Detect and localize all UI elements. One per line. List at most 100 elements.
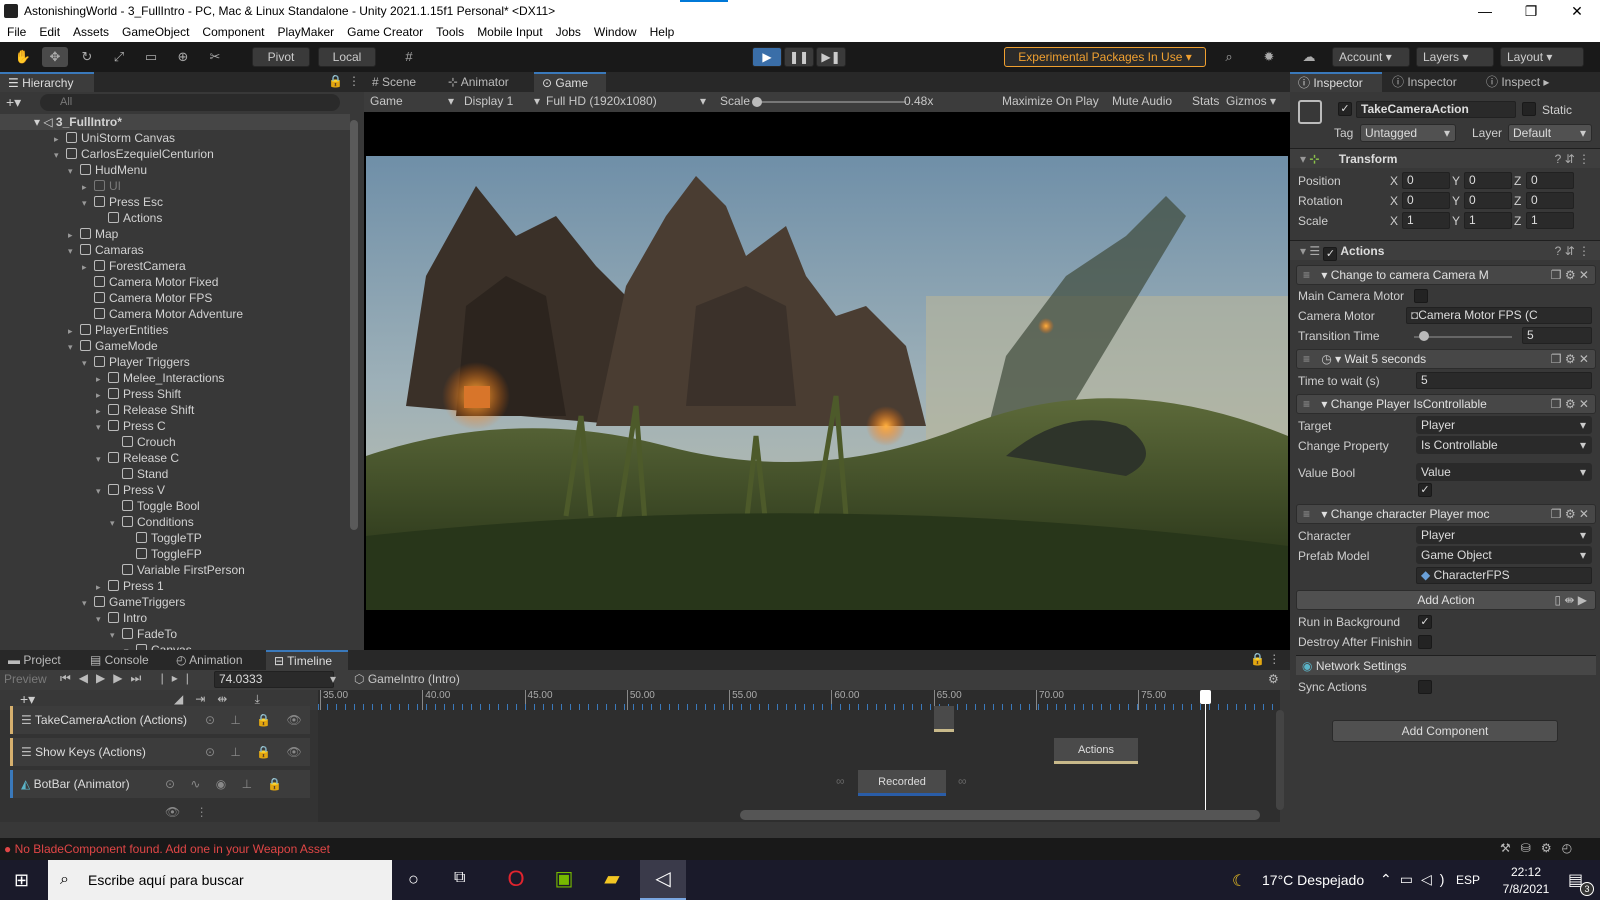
scene-row[interactable]: ▾ ◁ 3_FullIntro* [0,114,350,130]
main-camera-motor-checkbox[interactable] [1414,289,1428,303]
hierarchy-item[interactable]: ▸ UniStorm Canvas [54,130,175,146]
add-action-button[interactable]: Add Action ▯ ⇼ ▶ [1296,590,1596,610]
transition-slider-handle[interactable] [1418,331,1429,341]
static-checkbox[interactable] [1522,102,1536,116]
tab-inspector-1[interactable]: ⓘ Inspector [1290,72,1382,92]
menu-jobs[interactable]: Jobs [549,22,587,39]
account-dropdown[interactable]: Account ▾ [1332,47,1410,67]
tray-icons[interactable]: ⌃▭◁) [1380,871,1452,888]
active-checkbox[interactable]: ✓ [1338,102,1352,116]
transform-rotation-y-field[interactable]: 0 [1464,192,1512,209]
expand-down-icon[interactable]: ▾ [110,515,122,531]
hierarchy-item[interactable]: ▾ Press Esc [82,194,163,210]
expand-right-icon[interactable]: ▸ [96,579,108,595]
preview-toggle[interactable]: Preview [4,672,47,686]
hierarchy-item[interactable]: ▾ FadeTo [110,626,177,642]
value-bool-checkbox[interactable]: ✓ [1418,483,1432,497]
more-icon[interactable]: ⋮ [348,74,360,88]
menu-file[interactable]: File [0,22,32,39]
action-change-camera-header[interactable]: ≡ ▾ Change to camera Camera M ❐ ⚙ ✕ [1296,265,1596,285]
hierarchy-search-input[interactable]: All [40,94,340,111]
status-error[interactable]: ● No BladeComponent found. Add one in yo… [4,842,330,856]
hierarchy-item[interactable]: Variable FirstPerson [110,562,245,578]
expand-right-icon[interactable]: ▸ [96,387,108,403]
timeline-asset[interactable]: ⬡ GameIntro (Intro) [354,672,460,686]
status-icons[interactable]: ⚒⛁⚙◴ [1500,841,1582,855]
minimize-button[interactable]: — [1462,0,1508,22]
object-name-field[interactable]: TakeCameraAction [1356,101,1516,118]
transform-scale-y-field[interactable]: 1 [1464,212,1512,229]
scale-tool-icon[interactable]: ⤢ [106,47,132,67]
menu-mobile-input[interactable]: Mobile Input [470,22,548,39]
menu-assets[interactable]: Assets [66,22,115,39]
step-button[interactable]: ▶❚ [816,47,846,67]
local-toggle[interactable]: Local [318,47,376,67]
action-wait-header[interactable]: ≡ ◷ ▾ Wait 5 seconds ❐ ⚙ ✕ [1296,349,1596,369]
expand-down-icon[interactable]: ▾ [124,643,136,650]
clip-recorded[interactable]: Recorded [858,770,946,796]
actions-component-header[interactable]: ▾ ☰ ✓ Actions? ⇵ ⋮ [1290,240,1600,261]
expand-down-icon[interactable]: ▾ [82,595,94,611]
maximize-on-play-toggle[interactable]: Maximize On Play [1002,94,1099,108]
hierarchy-item[interactable]: ▾ GameMode [68,338,158,354]
hierarchy-item[interactable]: Camera Motor Fixed [82,274,218,290]
character-dropdown[interactable]: Player [1416,526,1592,544]
hierarchy-item[interactable]: ▸ ForestCamera [82,258,186,274]
clock-time[interactable]: 22:12 [1496,865,1556,879]
gizmos-dropdown[interactable]: Gizmos ▾ [1226,94,1276,108]
menu-edit[interactable]: Edit [32,22,66,39]
menu-tools[interactable]: Tools [429,22,470,39]
stats-toggle[interactable]: Stats [1192,94,1219,108]
transition-time-field[interactable]: 5 [1522,327,1592,344]
transform-position-x-field[interactable]: 0 [1402,172,1450,189]
sync-actions-checkbox[interactable] [1418,680,1432,694]
expand-down-icon[interactable]: ▾ [82,355,94,371]
action-controllable-header[interactable]: ≡ ▾ Change Player IsControllable ❐ ⚙ ✕ [1296,394,1596,414]
lock-icon[interactable]: 🔒 [328,74,343,88]
expand-right-icon[interactable]: ▸ [96,371,108,387]
hierarchy-item[interactable]: ▾ Press V [96,482,165,498]
component-menu-icon[interactable]: ? ⇵ ⋮ [1555,149,1590,169]
transform-position-z-field[interactable]: 0 [1526,172,1574,189]
nvidia-icon[interactable]: ▣ [548,866,580,894]
expand-right-icon[interactable]: ▸ [68,323,80,339]
expand-right-icon[interactable]: ▸ [82,259,94,275]
playhead-line[interactable] [1205,690,1206,814]
hierarchy-item[interactable]: ▸ Press Shift [96,386,181,402]
custom-tool-icon[interactable]: ✂ [202,47,228,67]
menu-component[interactable]: Component [195,22,270,39]
hierarchy-item[interactable]: ▾ Canvas [124,642,192,650]
clip-show-keys[interactable]: Actions [1054,738,1138,764]
menu-gameobject[interactable]: GameObject [115,22,195,39]
unity-taskbar-icon[interactable]: ◁ [640,860,686,900]
opera-icon[interactable]: O [500,866,532,894]
hierarchy-item[interactable]: ▾ CarlosEzequielCenturion [54,146,214,162]
file-explorer-icon[interactable]: ▰ [596,866,628,894]
tab-timeline[interactable]: ⊟ Timeline [266,650,348,670]
weather-text[interactable]: 17°C Despejado [1262,872,1364,888]
destroy-after-checkbox[interactable] [1418,635,1432,649]
expand-down-icon[interactable]: ▾ [54,147,66,163]
tab-inspector-3[interactable]: ⓘ Inspect ▸ [1478,72,1562,92]
add-object-button[interactable]: +▾ [6,94,21,111]
tab-console[interactable]: ▤ Console [82,650,162,670]
expand-down-icon[interactable]: ▾ [96,611,108,627]
track-takecameraaction[interactable]: ☰ TakeCameraAction (Actions)⊙ ⊥ 🔒 👁 ⋮ [10,706,310,755]
hierarchy-item[interactable]: ▾ Camaras [68,242,144,258]
action-character-header[interactable]: ≡ ▾ Change character Player moc ❐ ⚙ ✕ [1296,504,1596,524]
hierarchy-item[interactable]: ▾ Player Triggers [82,354,190,370]
hierarchy-item[interactable]: ▸ Release Shift [96,402,194,418]
value-bool-dropdown[interactable]: Value [1416,463,1592,481]
move-tool-icon[interactable]: ✥ [42,47,68,67]
hierarchy-item[interactable]: Stand [110,466,168,482]
settings-sun-icon[interactable]: ✹ [1256,47,1282,67]
hierarchy-item[interactable]: Crouch [110,434,176,450]
mute-audio-toggle[interactable]: Mute Audio [1112,94,1172,108]
tab-inspector-2[interactable]: ⓘ Inspector [1384,72,1476,92]
transform-scale-z-field[interactable]: 1 [1526,212,1574,229]
track-showkeys[interactable]: ☰ Show Keys (Actions)⊙ ⊥ 🔒 👁 ⋮ [10,738,310,787]
transform-scale-x-field[interactable]: 1 [1402,212,1450,229]
layout-dropdown[interactable]: Layout ▾ [1500,47,1584,67]
menu-window[interactable]: Window [587,22,643,39]
keyboard-language[interactable]: ESP [1456,873,1480,887]
